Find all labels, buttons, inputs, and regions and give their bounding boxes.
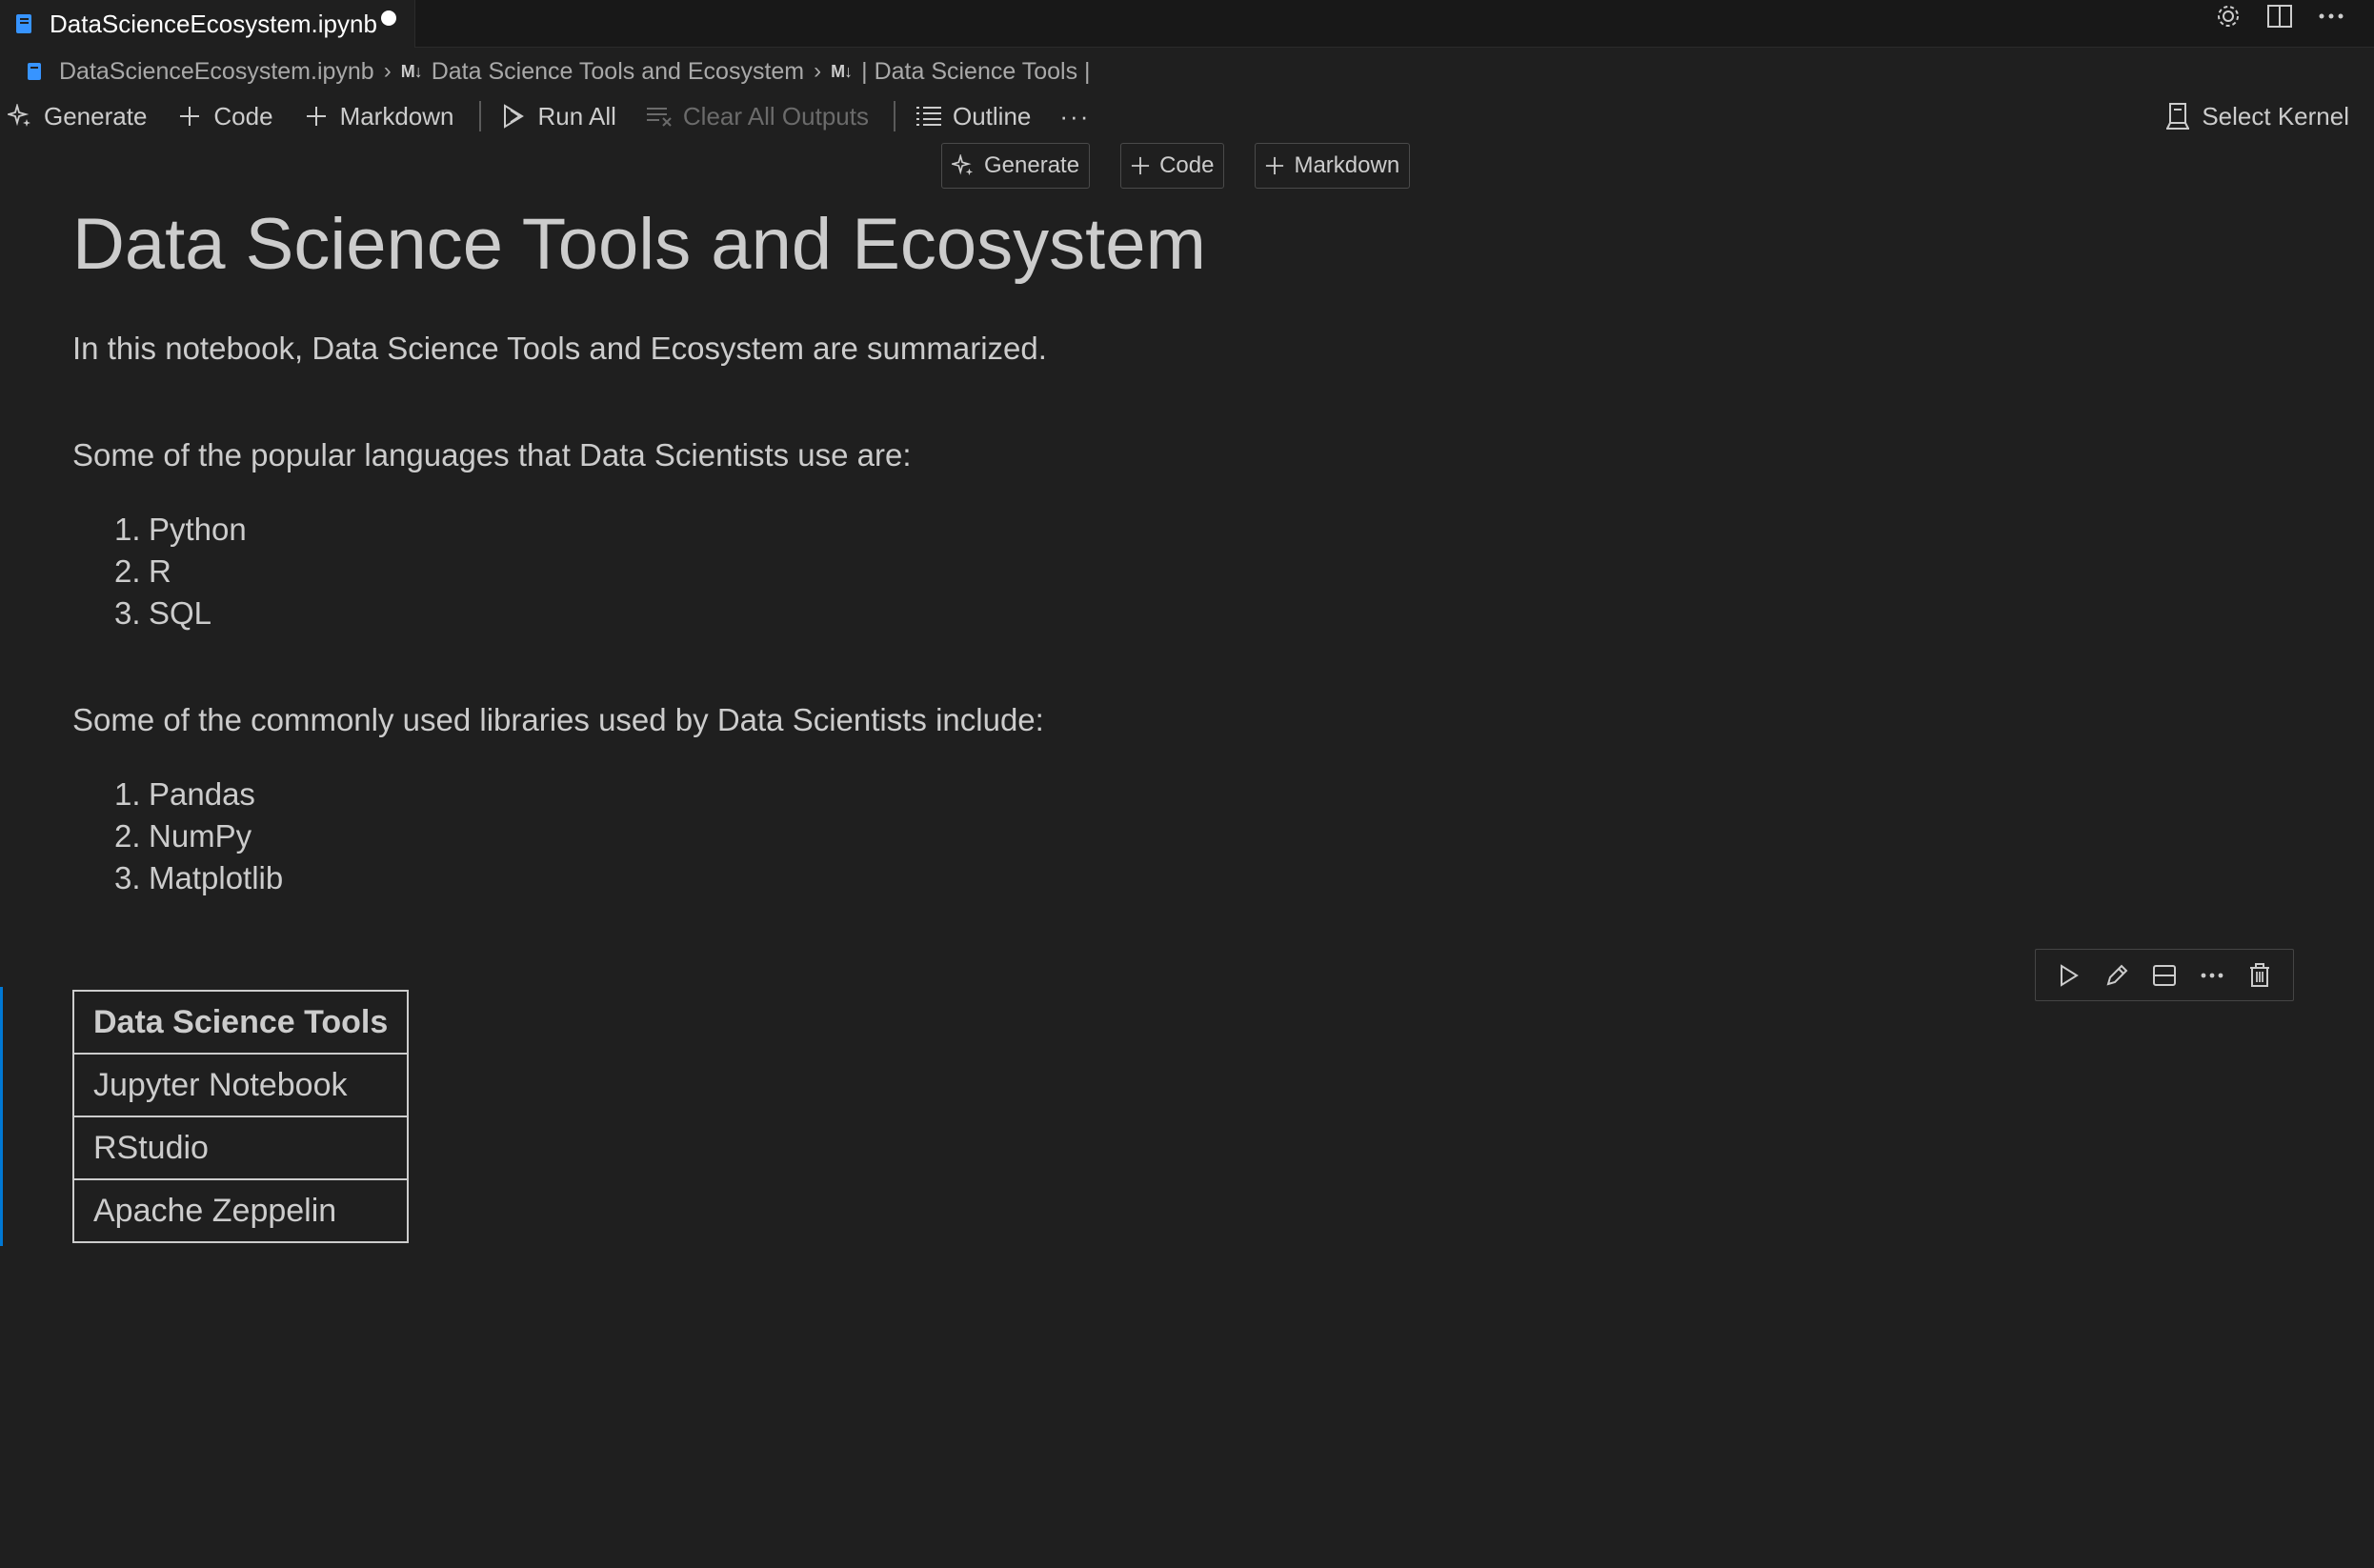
editor-tab-bar: DataScienceEcosystem.ipynb bbox=[0, 0, 2374, 48]
insert-code-label: Code bbox=[1159, 152, 1215, 178]
more-actions-icon[interactable] bbox=[2317, 2, 2345, 30]
plus-icon bbox=[1131, 156, 1150, 175]
gear-icon[interactable] bbox=[2214, 2, 2243, 30]
table-cell: Apache Zeppelin bbox=[71, 1178, 410, 1243]
sparkle-icon bbox=[6, 104, 34, 129]
generate-button[interactable]: Generate bbox=[6, 97, 147, 135]
languages-list: 1. Python 2. R 3. SQL bbox=[114, 509, 2263, 634]
notebook-heading: Data Science Tools and Ecosystem bbox=[72, 204, 1206, 285]
chevron-right-icon: › bbox=[383, 58, 392, 84]
notebook-icon bbox=[16, 14, 31, 33]
breadcrumb-cell[interactable]: | Data Science Tools | bbox=[861, 58, 1090, 86]
breadcrumb: DataScienceEcosystem.ipynb › M↓ Data Sci… bbox=[27, 55, 1091, 88]
toolbar-divider bbox=[478, 101, 481, 131]
plus-icon bbox=[302, 106, 331, 127]
table-header: Data Science Tools bbox=[71, 990, 410, 1055]
split-editor-icon[interactable] bbox=[2265, 2, 2294, 30]
markdown-label: Markdown bbox=[339, 101, 454, 131]
delete-trash-icon[interactable] bbox=[2243, 959, 2276, 992]
insert-markdown-label: Markdown bbox=[1294, 152, 1400, 178]
markdown-icon: M↓ bbox=[400, 61, 423, 81]
code-label: Code bbox=[213, 101, 273, 131]
tools-table: Data Science Tools Jupyter Notebook RStu… bbox=[71, 990, 410, 1243]
table-row: Apache Zeppelin bbox=[71, 1178, 410, 1243]
insert-code-button[interactable]: Code bbox=[1120, 143, 1225, 189]
tab-title: DataScienceEcosystem.ipynb bbox=[50, 9, 377, 38]
table-row: RStudio bbox=[71, 1116, 410, 1180]
select-kernel-button[interactable]: Select Kernel bbox=[2163, 97, 2349, 135]
add-markdown-cell-button[interactable]: Markdown bbox=[302, 97, 454, 135]
select-kernel-label: Select Kernel bbox=[2202, 101, 2349, 131]
sparkle-icon bbox=[952, 154, 975, 177]
outline-button[interactable]: Outline bbox=[915, 97, 1031, 135]
outline-label: Outline bbox=[952, 101, 1032, 131]
notebook-toolbar: Generate Code Markdown Run All Clear All… bbox=[0, 97, 2374, 135]
breadcrumb-section[interactable]: Data Science Tools and Ecosystem bbox=[432, 58, 804, 86]
chevron-right-icon: › bbox=[814, 58, 822, 84]
more-cell-actions-icon[interactable] bbox=[2196, 959, 2228, 992]
list-item: 2. NumPy bbox=[114, 818, 252, 854]
cell-toolbar bbox=[2035, 949, 2294, 1001]
libraries-list: 1. Pandas 2. NumPy 3. Matplotlib bbox=[114, 774, 2263, 899]
clear-all-outputs-button[interactable]: Clear All Outputs bbox=[645, 97, 869, 135]
languages-intro: Some of the popular languages that Data … bbox=[72, 437, 912, 472]
kernel-icon bbox=[2163, 102, 2192, 131]
plus-icon bbox=[1265, 156, 1284, 175]
markdown-icon: M↓ bbox=[831, 61, 853, 81]
table-row: Jupyter Notebook bbox=[71, 1053, 410, 1117]
run-all-icon bbox=[500, 103, 529, 130]
clear-all-outputs-label: Clear All Outputs bbox=[682, 101, 869, 131]
list-item: 3. Matplotlib bbox=[114, 860, 284, 895]
run-cell-icon[interactable] bbox=[2053, 959, 2085, 992]
insert-markdown-button[interactable]: Markdown bbox=[1255, 143, 1411, 189]
libraries-intro: Some of the commonly used libraries used… bbox=[72, 702, 1044, 737]
add-code-cell-button[interactable]: Code bbox=[175, 97, 273, 135]
list-item: 1. Pandas bbox=[114, 776, 255, 812]
table-cell: RStudio bbox=[71, 1116, 410, 1180]
insert-generate-button[interactable]: Generate bbox=[941, 143, 1091, 189]
toolbar-divider bbox=[893, 101, 895, 131]
split-cell-icon[interactable] bbox=[2148, 959, 2181, 992]
unsaved-dot-icon[interactable] bbox=[381, 10, 396, 26]
list-item: 2. R bbox=[114, 553, 171, 589]
list-icon bbox=[915, 105, 943, 128]
list-item: 3. SQL bbox=[114, 595, 212, 631]
notebook-icon bbox=[28, 63, 41, 80]
run-all-label: Run All bbox=[537, 101, 616, 131]
markdown-cell-output: Data Science Tools and Ecosystem In this… bbox=[72, 202, 2263, 899]
generate-label: Generate bbox=[44, 101, 148, 131]
run-all-button[interactable]: Run All bbox=[500, 97, 616, 135]
active-cell-indicator bbox=[0, 987, 3, 1246]
more-toolbar-button[interactable]: ··· bbox=[1059, 97, 1090, 135]
insert-cell-toolbar: Generate Code Markdown bbox=[941, 143, 1411, 189]
table-header-row: Data Science Tools bbox=[71, 990, 410, 1055]
clear-all-icon bbox=[645, 105, 674, 128]
plus-icon bbox=[175, 106, 204, 127]
table-cell: Jupyter Notebook bbox=[71, 1053, 410, 1117]
list-item: 1. Python bbox=[114, 512, 247, 547]
breadcrumb-file[interactable]: DataScienceEcosystem.ipynb bbox=[59, 58, 374, 86]
editor-tab-notebook[interactable]: DataScienceEcosystem.ipynb bbox=[0, 0, 415, 48]
intro-paragraph: In this notebook, Data Science Tools and… bbox=[72, 331, 1047, 366]
insert-generate-label: Generate bbox=[984, 152, 1080, 178]
edit-pencil-icon[interactable] bbox=[2101, 959, 2133, 992]
